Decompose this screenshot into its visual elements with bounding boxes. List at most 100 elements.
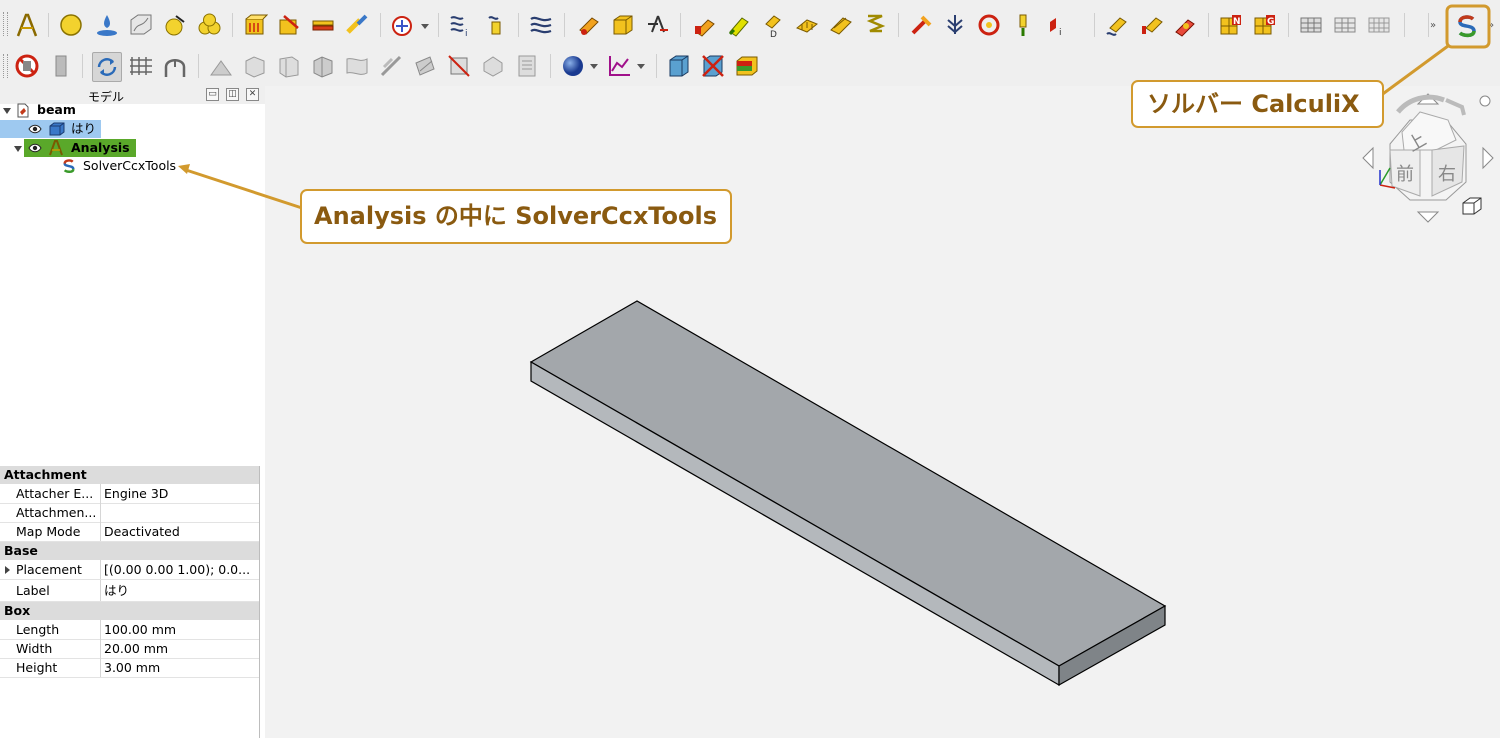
post-filter-scalar-icon[interactable] — [310, 53, 336, 79]
view-box-icon[interactable] — [666, 53, 692, 79]
beam-3d-model[interactable] — [529, 300, 1167, 687]
property-value[interactable]: Engine 3D — [104, 484, 256, 503]
spring-icon[interactable] — [644, 12, 670, 38]
fem-workbench-icon[interactable] — [14, 12, 40, 38]
property-value[interactable]: [(0.00 0.00 1.00); 0.0... — [104, 560, 256, 579]
mesh-group-icon[interactable] — [1298, 12, 1324, 38]
property-row[interactable]: Attacher E... Engine 3D — [0, 484, 259, 504]
result-display-icon[interactable] — [162, 53, 188, 79]
temperature-constraint-icon[interactable] — [862, 12, 888, 38]
pressure-constraint-icon[interactable] — [726, 12, 752, 38]
property-value[interactable]: 3.00 mm — [104, 658, 256, 677]
property-value[interactable]: はり — [104, 580, 256, 601]
expand-arrow-icon[interactable] — [3, 108, 11, 114]
post-data-along-line-icon[interactable] — [378, 53, 404, 79]
nav-rotate-right-icon — [1445, 98, 1466, 116]
3d-viewport[interactable]: 上 前 右 — [265, 86, 1500, 738]
toolbar-grip[interactable] — [3, 54, 8, 78]
property-name: Length — [16, 622, 60, 637]
fem-clear-icon[interactable] — [48, 53, 74, 79]
svg-text:D: D — [770, 30, 777, 38]
tree-item-label: beam — [37, 102, 76, 117]
body-heat-icon[interactable] — [942, 12, 968, 38]
fem-toolbar-main: i D i N G » » — [0, 0, 1500, 47]
beam-top-face — [529, 300, 1167, 667]
property-row[interactable]: Height 3.00 mm — [0, 658, 259, 678]
fixed-constraint-icon[interactable] — [242, 12, 268, 38]
color-cube-icon[interactable] — [734, 53, 760, 79]
expand-arrow-icon[interactable] — [5, 566, 10, 574]
document-icon — [17, 103, 29, 118]
post-data-at-point-icon[interactable] — [412, 53, 438, 79]
tree-item-beam[interactable]: beam — [0, 101, 265, 119]
heat-constraint-icon[interactable] — [908, 12, 934, 38]
dock-restore-button[interactable]: ◫ — [226, 88, 239, 101]
post-filter-contours-icon[interactable] — [446, 53, 472, 79]
initial-flow-icon[interactable] — [1138, 12, 1164, 38]
property-group-base[interactable]: Base — [0, 542, 259, 560]
material-mix-icon[interactable] — [162, 12, 188, 38]
fem-stop-icon[interactable] — [14, 53, 40, 79]
mesh-netgen-icon[interactable]: N — [1218, 12, 1244, 38]
view-delete-icon[interactable] — [700, 53, 726, 79]
post-pipeline-icon[interactable] — [208, 53, 234, 79]
heatflux-icon[interactable]: i — [448, 12, 474, 38]
displacement-constraint-icon[interactable] — [276, 12, 302, 38]
post-glyph-icon[interactable] — [480, 53, 506, 79]
plot-icon[interactable] — [606, 53, 632, 79]
self-weight-icon[interactable] — [794, 12, 820, 38]
tie-constraint-icon[interactable] — [344, 12, 370, 38]
toolbar-overflow-right[interactable]: » — [1488, 20, 1494, 31]
toolbar-overflow-left[interactable]: » — [1430, 20, 1436, 31]
mesh-region-icon[interactable] — [1332, 12, 1358, 38]
material-fluid-icon[interactable] — [94, 12, 120, 38]
fluid-section-icon[interactable] — [528, 12, 554, 38]
property-row[interactable]: Length 100.00 mm — [0, 620, 259, 640]
rigid-body-icon[interactable] — [390, 12, 416, 38]
centrifugal-icon[interactable] — [976, 12, 1002, 38]
force-constraint-icon[interactable] — [692, 12, 718, 38]
property-value[interactable]: 100.00 mm — [104, 620, 256, 639]
flow-velocity-icon[interactable] — [1104, 12, 1130, 38]
property-row[interactable]: Label はり — [0, 580, 259, 602]
beam-section-icon[interactable] — [576, 12, 602, 38]
mesh-boundary-layer-icon[interactable] — [1366, 12, 1392, 38]
tree-item-analysis[interactable]: Analysis — [0, 139, 265, 157]
property-value[interactable]: 20.00 mm — [104, 639, 256, 658]
contact-constraint-icon[interactable] — [310, 12, 336, 38]
post-filter-warp-icon[interactable] — [344, 53, 370, 79]
sphere-icon[interactable] — [560, 53, 586, 79]
mesh-display-icon[interactable] — [128, 53, 154, 79]
initial-temperature-icon[interactable] — [484, 12, 510, 38]
solver-calculix-icon[interactable] — [1454, 13, 1480, 39]
property-group-attachment[interactable]: Attachment — [0, 466, 259, 484]
eye-icon[interactable] — [28, 123, 42, 135]
dock-float-button[interactable]: ▭ — [206, 88, 219, 101]
magnetization-icon[interactable] — [1010, 12, 1036, 38]
toolbar-grip[interactable] — [3, 12, 8, 36]
property-group-box[interactable]: Box — [0, 602, 259, 620]
post-filter-clip-icon[interactable] — [242, 53, 268, 79]
tree-item-box[interactable]: はり — [0, 120, 101, 138]
fem-refresh-icon[interactable] — [92, 52, 122, 82]
expand-arrow-icon[interactable] — [14, 146, 22, 152]
property-row[interactable]: Attachmen... — [0, 503, 259, 523]
property-row[interactable]: Width 20.00 mm — [0, 639, 259, 659]
property-row[interactable]: Placement [(0.00 0.00 1.00); 0.0... — [0, 560, 259, 580]
shell-section-icon[interactable] — [610, 12, 636, 38]
tree-item-solver[interactable]: SolverCcxTools — [0, 157, 265, 175]
post-calculator-icon[interactable] — [514, 53, 540, 79]
post-filter-cut-icon[interactable] — [276, 53, 302, 79]
centrif-icon[interactable]: D — [760, 12, 786, 38]
material-reinforced-icon[interactable] — [196, 12, 222, 38]
eye-icon[interactable] — [28, 142, 42, 154]
material-solid-icon[interactable] — [58, 12, 84, 38]
mesh-gmsh-icon[interactable]: G — [1252, 12, 1278, 38]
bearing-icon[interactable] — [828, 12, 854, 38]
property-value[interactable]: Deactivated — [104, 522, 256, 541]
dock-close-button[interactable]: ✕ — [246, 88, 259, 101]
property-row[interactable]: Map Mode Deactivated — [0, 522, 259, 542]
electrostatic-icon[interactable]: i — [1044, 12, 1070, 38]
current-density-icon[interactable] — [1172, 12, 1198, 38]
material-nonlinear-icon[interactable] — [128, 12, 154, 38]
